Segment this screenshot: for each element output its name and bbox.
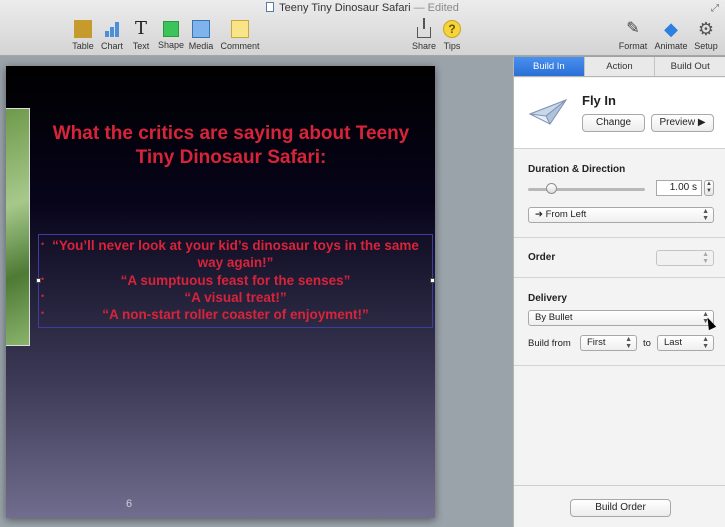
window-title: Teeny Tiny Dinosaur Safari — Edited [0, 2, 725, 18]
build-order-button[interactable]: Build Order [570, 499, 671, 517]
preview-button[interactable]: Preview ▶ [651, 114, 714, 132]
slide[interactable]: What the critics are saying about Teeny … [6, 66, 435, 518]
animate-label: Animate [654, 41, 688, 51]
tab-build-out[interactable]: Build Out [655, 57, 725, 76]
duration-slider-knob[interactable] [545, 183, 557, 194]
slide-canvas[interactable]: What the critics are saying about Teeny … [0, 57, 513, 527]
media-label: Media [188, 41, 214, 51]
build-to-select[interactable]: Last ▲ ▼ [657, 335, 714, 351]
animate-button[interactable]: ◆ Animate [651, 20, 691, 54]
to-label: to [643, 338, 651, 349]
bullet-text-box[interactable]: • “You’ll never look at your kid’s dinos… [36, 234, 435, 328]
fullscreen-icon[interactable]: ⤢ [711, 3, 719, 14]
format-button[interactable]: ✎ Format [613, 20, 653, 54]
format-label: Format [618, 41, 648, 51]
tips-button[interactable]: ? Tips [432, 20, 472, 54]
setup-button[interactable]: ⚙ Setup [686, 20, 725, 54]
stepper-down-icon[interactable]: ▼ [706, 188, 712, 194]
gear-icon: ⚙ [697, 19, 715, 39]
bullet-item[interactable]: “A sumptuous feast for the senses” [39, 272, 432, 289]
toolbar: Teeny Tiny Dinosaur Safari — Edited ⤢ Ta… [0, 0, 725, 56]
build-from-select[interactable]: First ▲ ▼ [580, 335, 637, 351]
setup-label: Setup [694, 41, 718, 51]
shape-icon [163, 21, 179, 37]
order-select[interactable]: ▲ ▼ [656, 250, 714, 266]
share-icon [417, 18, 431, 38]
change-button[interactable]: Change [582, 114, 645, 132]
effect-panel: Fly In Change Preview ▶ [514, 78, 725, 149]
divider [514, 237, 725, 238]
bullet-item[interactable]: “A non-start roller coaster of enjoyment… [39, 306, 432, 323]
select-arrows-icon: ▲ ▼ [702, 208, 709, 222]
duration-field[interactable]: 1.00 s [656, 180, 702, 196]
slide-title[interactable]: What the critics are saying about Teeny … [46, 122, 416, 170]
text-icon: T [134, 18, 147, 39]
table-icon [74, 20, 92, 38]
duration-stepper[interactable]: ▲ ▼ [704, 180, 714, 196]
select-arrows-icon: ▲ ▼ [702, 251, 709, 265]
comment-icon [231, 20, 249, 38]
paper-plane-icon [528, 98, 568, 125]
select-arrows-icon: ▲ ▼ [702, 336, 709, 350]
document-icon [266, 2, 275, 12]
mouse-pointer-icon [703, 315, 717, 331]
edited-indicator: — Edited [413, 2, 459, 14]
chart-icon [103, 20, 121, 38]
delivery-value: By Bullet [535, 312, 573, 323]
select-arrows-icon: ▲ ▼ [625, 336, 632, 350]
build-from-value: First [587, 337, 606, 348]
delivery-heading: Delivery [528, 293, 567, 304]
tips-icon: ? [443, 20, 461, 38]
document-title: Teeny Tiny Dinosaur Safari [279, 2, 411, 14]
divider [514, 277, 725, 278]
inspector-footer: Build Order [514, 485, 725, 527]
animate-icon: ◆ [664, 19, 678, 39]
bullet-item[interactable]: “A visual treat!” [39, 289, 432, 306]
paintbrush-icon: ✎ [626, 20, 640, 37]
duration-direction-heading: Duration & Direction [528, 164, 626, 175]
effect-name: Fly In [582, 93, 616, 108]
comment-label: Comment [220, 41, 260, 51]
build-to-value: Last [664, 337, 682, 348]
inspector-tabs: Build In Action Build Out [514, 57, 725, 77]
tips-label: Tips [443, 41, 461, 51]
direction-value: ➔ From Left [535, 209, 587, 220]
direction-select[interactable]: ➔ From Left ▲ ▼ [528, 207, 714, 223]
tab-build-in[interactable]: Build In [514, 57, 585, 76]
media-icon [192, 20, 210, 38]
dinosaur-photo[interactable] [6, 108, 30, 346]
keynote-window: Teeny Tiny Dinosaur Safari — Edited ⤢ Ta… [0, 0, 725, 527]
comment-button[interactable]: Comment [220, 20, 260, 54]
tab-action[interactable]: Action [584, 57, 656, 76]
stepper-up-icon[interactable]: ▲ [706, 181, 712, 187]
delivery-select[interactable]: By Bullet ▲ ▼ [528, 310, 714, 326]
order-heading: Order [528, 252, 556, 263]
bullet-item[interactable]: “You’ll never look at your kid’s dinosau… [39, 237, 432, 271]
animate-inspector: Build In Action Build Out Fly In Change … [513, 57, 725, 527]
build-from-label: Build from [528, 338, 571, 349]
slide-number: 6 [126, 498, 133, 510]
divider [514, 365, 725, 366]
media-button[interactable]: Media [181, 20, 221, 54]
